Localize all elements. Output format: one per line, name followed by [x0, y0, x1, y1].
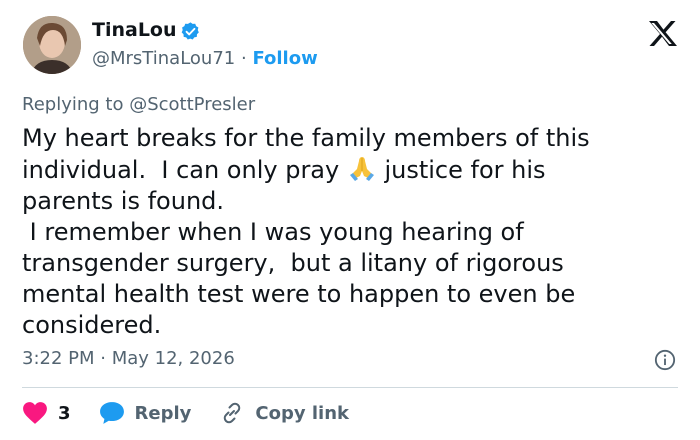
- reply-button[interactable]: Reply: [99, 401, 192, 425]
- avatar[interactable]: [23, 16, 81, 74]
- tweet-line: considered.: [22, 311, 162, 339]
- tweet-text: My heart breaks for the family members o…: [22, 123, 682, 341]
- tweet-line: individual. I can only pray: [22, 156, 347, 184]
- tweet-line: My heart breaks for the family members o…: [22, 124, 590, 152]
- separator: ·: [240, 48, 247, 69]
- like-count: 3: [58, 402, 71, 424]
- tweet-line: mental health test were to happen to eve…: [22, 280, 576, 308]
- folded-hands-emoji: [349, 157, 374, 181]
- author-handle[interactable]: @MrsTinaLou71: [92, 48, 235, 69]
- replying-prefix: Replying to: [22, 94, 130, 115]
- link-icon: [224, 402, 241, 424]
- handle-row: @MrsTinaLou71 · Follow: [92, 48, 318, 69]
- reply-mention-link[interactable]: @ScottPresler: [129, 94, 255, 115]
- info-icon[interactable]: [654, 349, 676, 371]
- reply-bubble-icon: [99, 402, 124, 424]
- like-button[interactable]: 3: [22, 401, 71, 425]
- avatar-image: [23, 16, 81, 74]
- x-logo-icon[interactable]: [648, 20, 678, 47]
- divider: [22, 387, 678, 388]
- follow-button[interactable]: Follow: [252, 48, 317, 69]
- timestamp[interactable]: 3:22 PM · May 12, 2026: [22, 348, 235, 369]
- tweet-line: parents is found.: [22, 187, 225, 215]
- author-name[interactable]: TinaLou: [92, 19, 177, 41]
- reply-label: Reply: [134, 402, 192, 424]
- tweet-line: I remember when I was young hearing of: [22, 218, 524, 246]
- verified-badge-icon: [181, 22, 199, 40]
- replying-to: Replying to @ScottPresler: [22, 94, 255, 115]
- copy-link-button[interactable]: Copy link: [219, 401, 349, 425]
- heart-icon: [23, 402, 47, 424]
- action-bar: 3 Reply Copy link: [22, 398, 377, 428]
- copy-link-label: Copy link: [255, 402, 349, 424]
- tweet-line: transgender surgery, but a litany of rig…: [22, 249, 564, 277]
- tweet-line: justice for his: [376, 156, 546, 184]
